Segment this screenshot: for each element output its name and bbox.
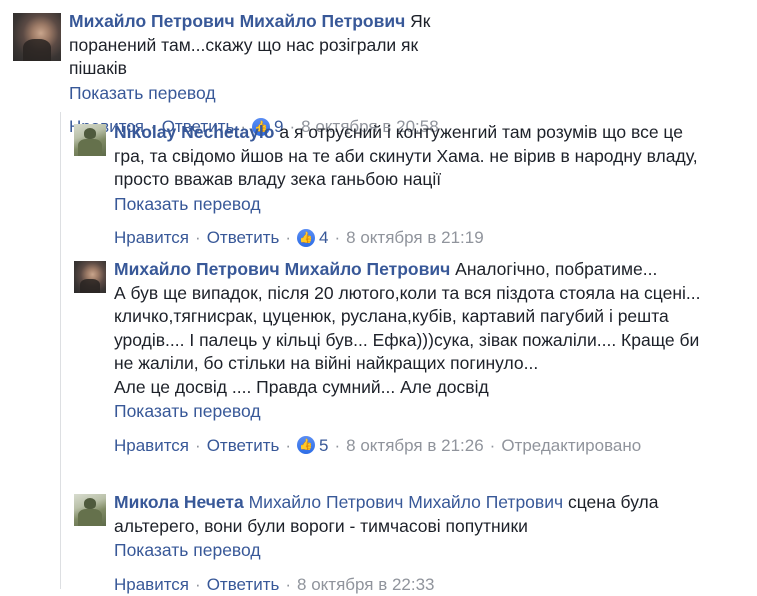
comment-actions: Нравится · Ответить · 👍 4 · 8 октября в … [114,226,714,250]
comment-timestamp[interactable]: 8 октября в 21:26 [346,434,483,458]
avatar[interactable] [74,124,106,156]
reply-button[interactable]: Ответить [207,226,280,250]
separator-dot: · [195,434,201,458]
reply-button[interactable]: Ответить [207,434,280,458]
show-translation-link[interactable]: Показать перевод [114,193,714,217]
separator-dot: · [285,434,291,458]
comment-timestamp[interactable]: 8 октября в 22:33 [297,573,434,596]
separator-dot: · [195,226,201,250]
comment-text: Але це досвід .... Правда сумний... Але … [114,376,714,400]
reply-button[interactable]: Ответить [207,573,280,596]
comment-body: Микола Нечета Михайло Петрович Михайло П… [114,494,684,596]
reply-thread-line [60,112,61,589]
comment-body: Михайло Петрович Михайло Петрович Аналог… [114,261,714,457]
like-icon: 👍 [297,436,315,454]
comment-body: Михайло Петрович Михайло Петрович Як пор… [69,13,479,139]
comment-author[interactable]: Михайло Петрович Михайло Петрович [114,259,450,279]
reactions-count-value: 5 [319,434,328,458]
reply-comment-3: Микола Нечета Михайло Петрович Михайло П… [74,494,684,596]
separator-dot: · [335,434,341,458]
avatar[interactable] [74,494,106,526]
like-button[interactable]: Нравится [114,573,189,596]
separator-dot: · [285,226,291,250]
reply-comment-1: Nikolay Nechetaylo а я отруєний і контуж… [74,124,714,250]
reactions-count[interactable]: 👍 5 [297,434,328,458]
avatar[interactable] [74,261,106,293]
show-translation-link[interactable]: Показать перевод [69,82,479,106]
comment-body: Nikolay Nechetaylo а я отруєний і контуж… [114,124,714,250]
comment-text-block: Михайло Петрович Михайло Петрович Як пор… [69,10,479,81]
comment-text: Аналогічно, побратиме... [455,259,657,279]
reactions-count-value: 4 [319,226,328,250]
comment-actions: Нравится · Ответить · 👍 5 · 8 октября в … [114,434,714,458]
comment-1: Михайло Петрович Михайло Петрович Як пор… [13,13,479,139]
show-translation-link[interactable]: Показать перевод [114,400,714,424]
avatar[interactable] [13,13,61,61]
separator-dot: · [195,573,201,596]
like-button[interactable]: Нравится [114,434,189,458]
reply-comment-2: Михайло Петрович Михайло Петрович Аналог… [74,261,714,457]
comment-text: А був ще випадок, після 20 лютого,коли т… [114,282,714,376]
like-icon: 👍 [297,229,315,247]
separator-dot: · [285,573,291,596]
reactions-count[interactable]: 👍 4 [297,226,328,250]
like-button[interactable]: Нравится [114,226,189,250]
comment-timestamp[interactable]: 8 октября в 21:19 [346,226,483,250]
comment-author[interactable]: Микола Нечета [114,492,244,512]
comment-text-block: Михайло Петрович Михайло Петрович Аналог… [114,258,714,399]
comment-author[interactable]: Михайло Петрович Михайло Петрович [69,11,405,31]
comment-text-block: Микола Нечета Михайло Петрович Михайло П… [114,491,684,538]
separator-dot: · [335,226,341,250]
comment-actions: Нравится · Ответить · 8 октября в 22:33 [114,573,684,596]
mention-link[interactable]: Михайло Петрович Михайло Петрович [249,492,564,512]
comment-text-block: Nikolay Nechetaylo а я отруєний і контуж… [114,121,714,192]
comment-author[interactable]: Nikolay Nechetaylo [114,122,274,142]
show-translation-link[interactable]: Показать перевод [114,539,684,563]
separator-dot: · [490,434,496,458]
edited-label[interactable]: Отредактировано [501,434,641,458]
comment-line: Михайло Петрович Михайло Петрович Аналог… [114,258,714,282]
